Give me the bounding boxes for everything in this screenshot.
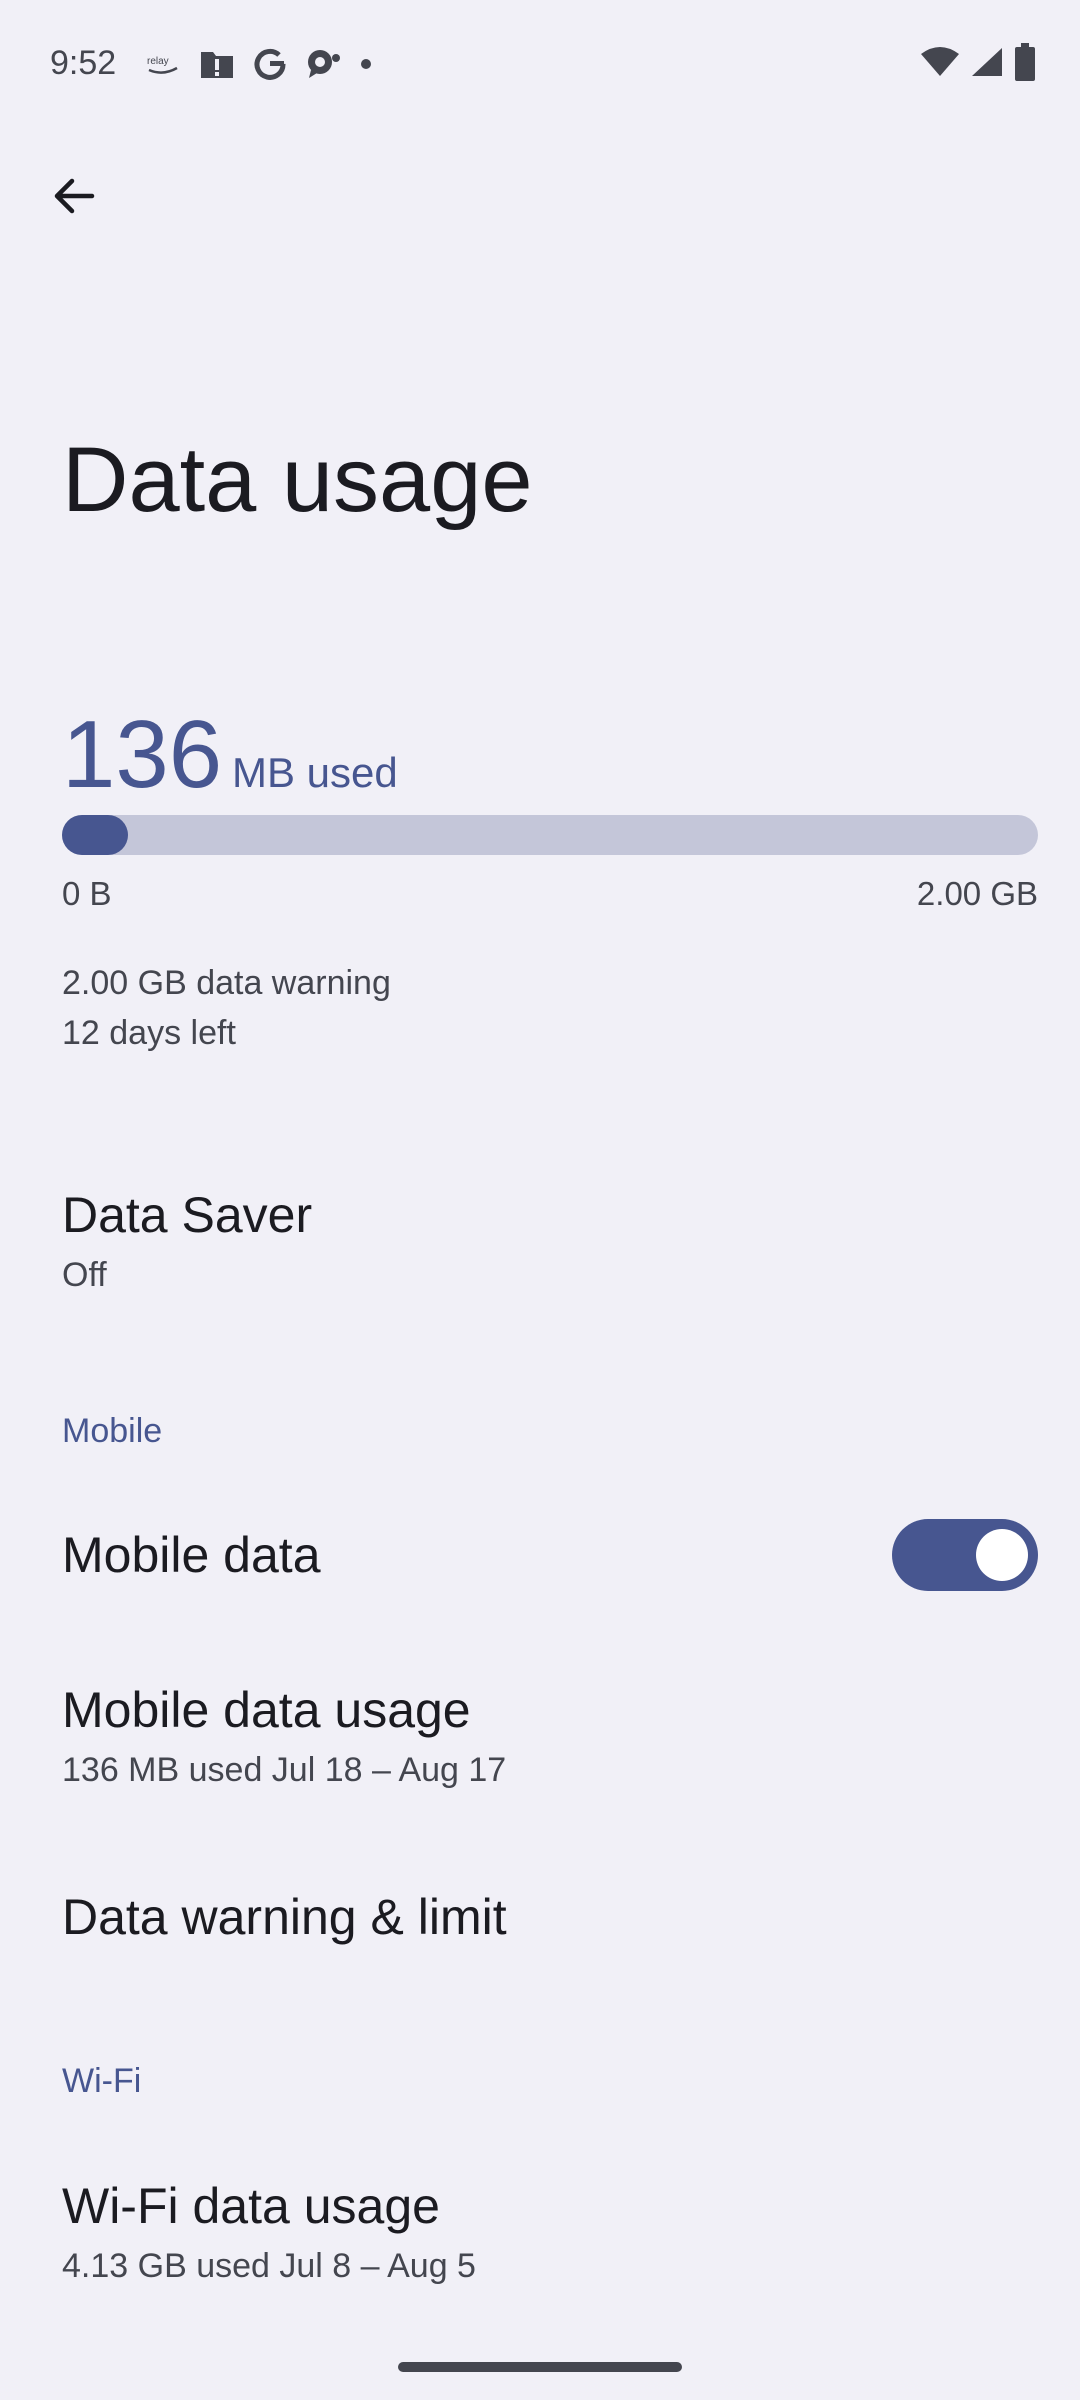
status-system-icons	[920, 42, 1036, 86]
data-warning-limit-label: Data warning & limit	[62, 1889, 507, 1945]
battery-icon	[1014, 42, 1036, 86]
section-header-wifi: Wi-Fi	[62, 2062, 142, 2100]
data-warning-text: 2.00 GB data warning	[62, 964, 391, 1002]
data-saver-row[interactable]: Data Saver Off	[0, 1160, 1080, 1320]
home-indicator[interactable]	[398, 2362, 682, 2372]
dot-icon	[359, 57, 373, 71]
data-saver-status: Off	[62, 1256, 107, 1294]
svg-text:relay: relay	[147, 56, 169, 67]
data-warning-limit-row[interactable]: Data warning & limit	[0, 1860, 1080, 2010]
wifi-icon	[920, 46, 960, 83]
usage-progress-bar	[62, 815, 1038, 855]
wifi-data-usage-title: Wi-Fi data usage	[62, 2178, 440, 2234]
mobile-data-usage-row[interactable]: Mobile data usage 136 MB used Jul 18 – A…	[0, 1660, 1080, 1820]
usage-progress-fill	[62, 815, 129, 855]
range-max-label: 2.00 GB	[916, 875, 1038, 912]
mobile-data-usage-title: Mobile data usage	[62, 1682, 471, 1738]
range-min-label: 0 B	[62, 875, 112, 912]
usage-unit-label: MB used	[232, 749, 398, 796]
usage-amount: 136	[62, 701, 223, 808]
status-notification-icons: relay	[145, 44, 373, 84]
mobile-data-toggle[interactable]	[892, 1519, 1038, 1591]
wifi-data-usage-row[interactable]: Wi-Fi data usage 4.13 GB used Jul 8 – Au…	[0, 2150, 1080, 2310]
mobile-data-usage-sub: 136 MB used Jul 18 – Aug 17	[62, 1751, 507, 1789]
chat-icon	[305, 48, 341, 80]
section-header-mobile: Mobile	[62, 1412, 163, 1450]
signal-icon	[970, 46, 1004, 83]
arrow-back-icon	[50, 172, 98, 225]
status-time: 9:52	[50, 44, 117, 82]
back-button[interactable]	[36, 160, 112, 236]
relay-icon: relay	[145, 52, 181, 76]
wifi-data-usage-sub: 4.13 GB used Jul 8 – Aug 5	[62, 2247, 476, 2285]
toggle-knob	[976, 1529, 1028, 1581]
days-left-text: 12 days left	[62, 1014, 236, 1052]
google-icon	[253, 47, 287, 81]
alert-folder-icon	[199, 48, 235, 80]
mobile-data-label: Mobile data	[62, 1527, 321, 1583]
page-title: Data usage	[62, 429, 533, 531]
data-saver-title: Data Saver	[62, 1187, 313, 1243]
